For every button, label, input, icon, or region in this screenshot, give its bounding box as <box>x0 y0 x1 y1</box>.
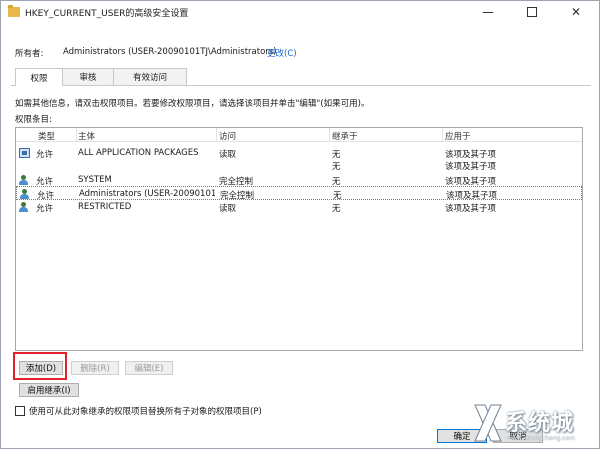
column-header-principal[interactable]: 主体 <box>78 130 95 142</box>
cell-inherited-from: 无 <box>332 204 341 214</box>
info-text: 如需其他信息，请双击权限项目。若要修改权限项目，请选择该项目并单击"编辑"(如果… <box>15 99 370 109</box>
cell-applies-to: 该项及其子项 <box>445 162 497 172</box>
owner-value: Administrators (USER-20090101TJ\Administ… <box>63 47 277 57</box>
column-header-access[interactable]: 访问 <box>219 130 236 142</box>
cell-principal: SYSTEM <box>78 175 112 185</box>
permission-entries-table[interactable]: 类型 主体 访问 继承于 应用于 允许 ALL APPLICATION PACK… <box>15 127 583 351</box>
user-group-icon <box>19 175 30 185</box>
folder-icon <box>8 5 20 17</box>
cell-principal: Administrators (USER-20090101... <box>79 189 215 199</box>
user-group-icon <box>19 202 30 212</box>
minimize-button[interactable] <box>467 1 509 23</box>
package-icon <box>19 148 30 158</box>
tab-strip: 权限 审核 有效访问 <box>15 68 187 86</box>
edit-button[interactable]: 编辑(E) <box>125 361 173 375</box>
column-header-applies-to[interactable]: 应用于 <box>445 130 471 142</box>
cell-applies-to: 该项及其子项 <box>445 204 497 214</box>
table-row[interactable]: 允许 RESTRICTED 读取 无 该项及其子项 <box>16 200 582 214</box>
tab-effective-access[interactable]: 有效访问 <box>113 68 187 85</box>
column-separator <box>329 128 330 142</box>
user-group-icon <box>20 189 31 199</box>
table-row[interactable]: 无 该项及其子项 <box>16 158 582 172</box>
permission-entries-label: 权限条目: <box>15 115 52 125</box>
watermark-text: 系统城 <box>505 410 575 436</box>
column-header-type[interactable]: 类型 <box>38 130 55 142</box>
tab-auditing[interactable]: 审核 <box>62 68 114 85</box>
window-title: HKEY_CURRENT_USER的高级安全设置 <box>25 9 189 19</box>
close-icon: ✕ <box>570 5 582 19</box>
watermark-url: www.xitongcheng.com <box>507 435 576 442</box>
column-separator <box>442 128 443 142</box>
maximize-button[interactable] <box>511 1 553 23</box>
column-separator <box>76 128 77 142</box>
table-row-selected[interactable]: 允许 Administrators (USER-20090101... 完全控制… <box>16 186 582 201</box>
replace-child-permissions-option[interactable]: 使用可从此对象继承的权限项目替换所有子对象的权限项目(P) <box>15 405 262 417</box>
cell-access: 读取 <box>219 204 237 214</box>
minimize-icon <box>483 11 493 13</box>
cell-type: 允许 <box>36 204 54 214</box>
tab-permissions[interactable]: 权限 <box>15 68 63 86</box>
replace-child-permissions-label: 使用可从此对象继承的权限项目替换所有子对象的权限项目(P) <box>29 407 262 417</box>
replace-child-permissions-checkbox[interactable] <box>15 406 25 416</box>
remove-button[interactable]: 删除(R) <box>71 361 119 375</box>
table-header: 类型 主体 访问 继承于 应用于 <box>16 128 582 142</box>
add-button[interactable]: 添加(D) <box>19 361 63 375</box>
enable-inheritance-button[interactable]: 启用继承(I) <box>19 383 79 397</box>
cell-principal: ALL APPLICATION PACKAGES <box>78 148 199 158</box>
cell-inherited-from: 无 <box>332 162 341 172</box>
advanced-security-dialog: HKEY_CURRENT_USER的高级安全设置 ✕ 所有者: Administ… <box>0 0 600 449</box>
title-bar[interactable]: HKEY_CURRENT_USER的高级安全设置 ✕ <box>1 1 599 25</box>
change-owner-link[interactable]: 更改(C) <box>267 47 297 59</box>
owner-label: 所有者: <box>15 49 44 59</box>
close-button[interactable]: ✕ <box>555 1 597 23</box>
watermark-logo-icon <box>474 404 502 442</box>
cell-principal: RESTRICTED <box>78 202 132 212</box>
column-header-inherited-from[interactable]: 继承于 <box>332 130 358 142</box>
site-watermark: 系统城 www.xitongcheng.com <box>471 399 600 449</box>
maximize-icon <box>527 7 537 17</box>
table-row[interactable]: 允许 SYSTEM 完全控制 无 该项及其子项 <box>16 173 582 187</box>
column-separator <box>216 128 217 142</box>
